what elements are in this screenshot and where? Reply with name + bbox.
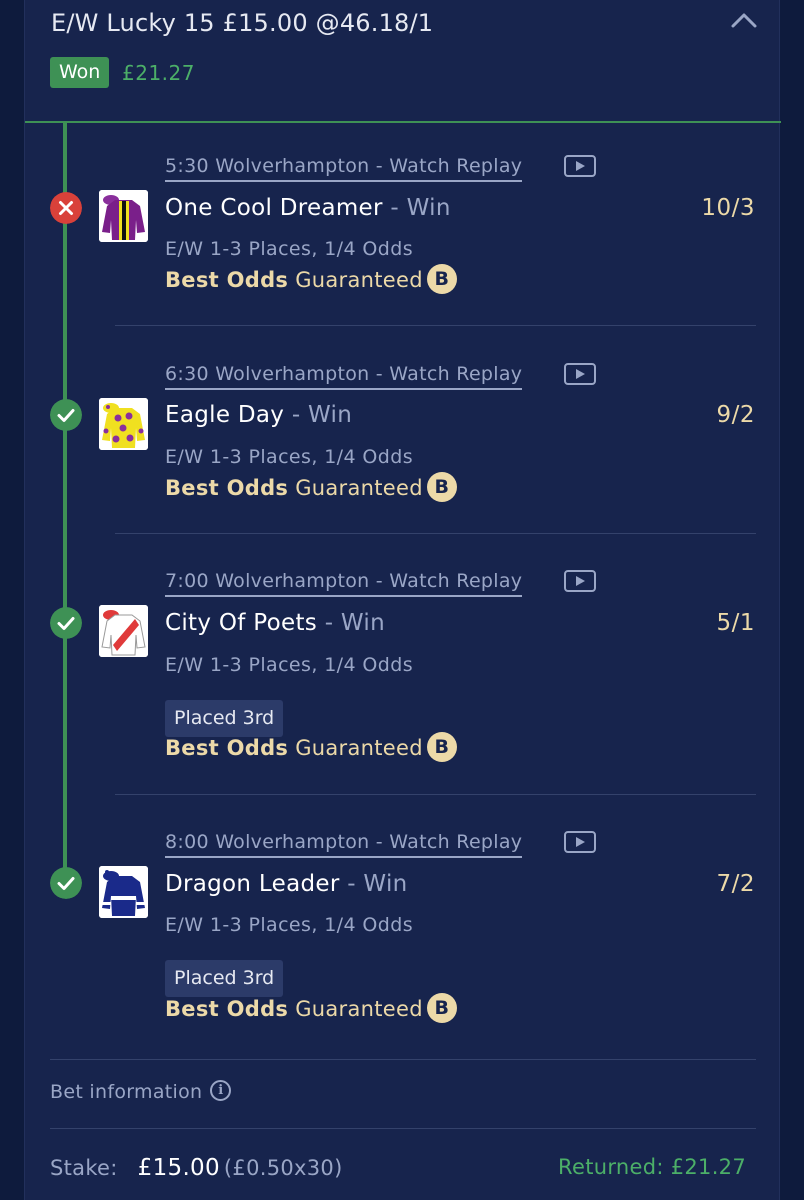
bog-label: Guaranteed <box>288 736 423 760</box>
play-replay-icon[interactable] <box>563 569 597 593</box>
race-replay-link[interactable]: 8:00 Wolverhampton - Watch Replay <box>165 831 523 858</box>
best-odds-b-icon: B <box>426 993 457 1023</box>
bog-label: Guaranteed <box>288 997 423 1021</box>
info-icon[interactable]: i <box>210 1080 232 1101</box>
race-replay-link[interactable]: 5:30 Wolverhampton - Watch Replay <box>165 155 523 182</box>
race-replay-link[interactable]: 7:00 Wolverhampton - Watch Replay <box>165 570 523 597</box>
section-divider <box>50 1059 756 1060</box>
best-odds-guaranteed: Best Odds Guaranteed B <box>165 264 457 296</box>
odds: 5/1 <box>716 610 755 636</box>
play-replay-icon[interactable] <box>563 830 597 854</box>
best-odds-b-icon: B <box>426 472 457 502</box>
header-divider <box>25 121 781 123</box>
market-name: - Win <box>382 195 451 221</box>
status-badge: Won <box>50 57 110 88</box>
play-replay-icon[interactable] <box>563 154 597 178</box>
odds: 10/3 <box>701 195 755 221</box>
jockey-silks-icon <box>99 866 148 918</box>
horse-name: Eagle Day <box>165 402 285 428</box>
selection-line: Eagle Day - Win <box>165 402 352 428</box>
bet-information[interactable]: Bet information i <box>50 1080 232 1103</box>
selection-line: One Cool Dreamer - Win <box>165 195 451 221</box>
leg-divider <box>115 325 756 326</box>
bet-header[interactable]: E/W Lucky 15 £15.00 @46.18/1 Won £21.27 <box>25 0 781 122</box>
ew-terms: E/W 1-3 Places, 1/4 Odds <box>165 914 413 936</box>
horse-name: City Of Poets <box>165 610 318 636</box>
best-odds-guaranteed: Best Odds Guaranteed B <box>165 993 457 1025</box>
bet-information-label: Bet information <box>50 1081 203 1103</box>
best-odds-guaranteed: Best Odds Guaranteed B <box>165 472 457 504</box>
section-divider <box>50 1128 756 1129</box>
bet-title: E/W Lucky 15 £15.00 @46.18/1 <box>51 9 434 37</box>
market-name: - Win <box>284 402 353 428</box>
bog-strong-label: Best Odds <box>165 268 289 292</box>
stake-row: Stake: £15.00 (£0.50x30) Returned: £21.27 <box>50 1155 756 1185</box>
check-icon <box>50 867 82 899</box>
bog-label: Guaranteed <box>288 476 423 500</box>
race-replay-link[interactable]: 6:30 Wolverhampton - Watch Replay <box>165 363 523 390</box>
stake-label: Stake: <box>50 1156 118 1180</box>
leg-divider <box>115 533 756 534</box>
best-odds-b-icon: B <box>426 732 457 762</box>
jockey-silks-icon <box>99 398 148 450</box>
ew-terms: E/W 1-3 Places, 1/4 Odds <box>165 446 413 468</box>
jockey-silks-icon <box>99 605 148 657</box>
jockey-silks-icon <box>99 190 148 242</box>
winnings-amount: £21.27 <box>122 61 195 85</box>
returned-amount: Returned: £21.27 <box>558 1155 746 1179</box>
market-name: - Win <box>339 871 408 897</box>
horse-name: Dragon Leader <box>165 871 340 897</box>
placed-badge: Placed 3rd <box>165 700 284 737</box>
best-odds-guaranteed: Best Odds Guaranteed B <box>165 732 457 764</box>
play-replay-icon[interactable] <box>563 362 597 386</box>
odds: 7/2 <box>716 871 755 897</box>
ew-terms: E/W 1-3 Places, 1/4 Odds <box>165 654 413 676</box>
best-odds-b-icon: B <box>426 264 457 294</box>
stake-value: £15.00 <box>137 1155 220 1181</box>
bet-card: E/W Lucky 15 £15.00 @46.18/1 Won £21.27 … <box>24 0 781 1200</box>
bog-label: Guaranteed <box>288 268 423 292</box>
check-icon <box>50 607 82 639</box>
market-name: - Win <box>317 610 386 636</box>
ew-terms: E/W 1-3 Places, 1/4 Odds <box>165 238 413 260</box>
odds: 9/2 <box>716 402 755 428</box>
cross-icon <box>50 192 82 224</box>
chevron-up-icon[interactable] <box>729 10 759 30</box>
selection-line: City Of Poets - Win <box>165 610 385 636</box>
selection-line: Dragon Leader - Win <box>165 871 408 897</box>
bog-strong-label: Best Odds <box>165 476 289 500</box>
check-icon <box>50 399 82 431</box>
placed-badge: Placed 3rd <box>165 960 284 997</box>
bog-strong-label: Best Odds <box>165 736 289 760</box>
bog-strong-label: Best Odds <box>165 997 289 1021</box>
stake-breakdown: (£0.50x30) <box>223 1156 343 1180</box>
timeline-line <box>63 123 67 883</box>
horse-name: One Cool Dreamer <box>165 195 383 221</box>
leg-divider <box>115 794 756 795</box>
